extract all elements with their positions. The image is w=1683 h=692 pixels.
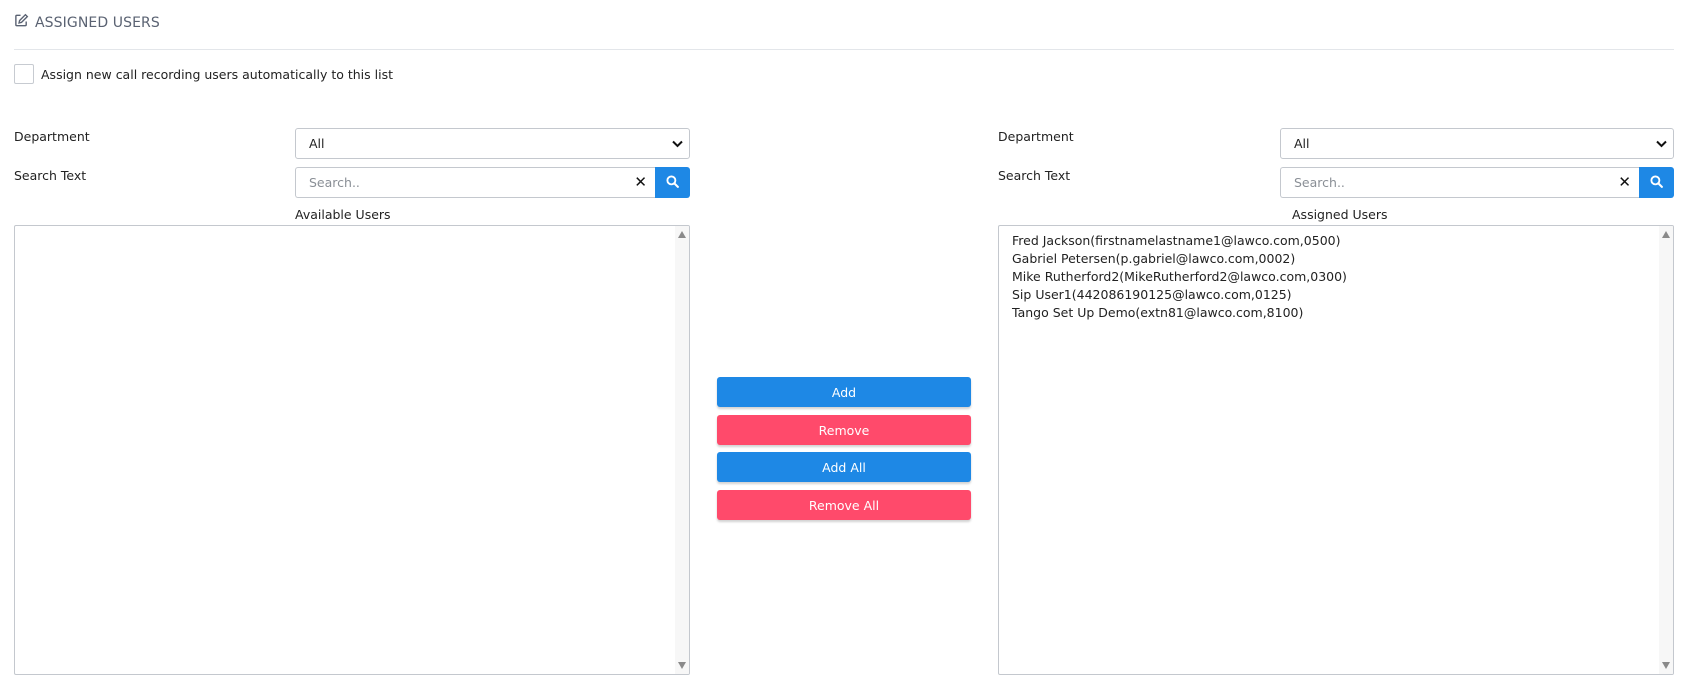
- right-department-label: Department: [998, 129, 1074, 144]
- right-search-label: Search Text: [998, 168, 1071, 183]
- left-department-select[interactable]: All: [295, 128, 690, 159]
- section-header: ASSIGNED USERS: [14, 13, 160, 32]
- assigned-users-items: Fred Jackson(firstnamelastname1@lawco.co…: [999, 226, 1673, 328]
- search-icon: [1650, 174, 1663, 191]
- add-all-button[interactable]: Add All: [717, 452, 971, 482]
- right-search-button[interactable]: [1639, 167, 1674, 198]
- remove-all-button[interactable]: Remove All: [717, 490, 971, 520]
- left-department-label: Department: [14, 129, 90, 144]
- left-department-value: All: [309, 136, 325, 151]
- auto-assign-checkbox[interactable]: [14, 64, 34, 84]
- left-search-button[interactable]: [655, 167, 690, 198]
- assigned-users-list[interactable]: Fred Jackson(firstnamelastname1@lawco.co…: [998, 225, 1674, 675]
- right-search-field: ✕: [1280, 167, 1639, 198]
- available-users-list[interactable]: [14, 225, 690, 675]
- available-users-title: Available Users: [295, 207, 391, 222]
- list-item[interactable]: Gabriel Petersen(p.gabriel@lawco.com,000…: [1012, 250, 1660, 268]
- left-search-group: ✕: [295, 167, 690, 198]
- chevron-down-icon: [1656, 136, 1667, 151]
- left-search-input[interactable]: [307, 174, 596, 191]
- list-item[interactable]: Tango Set Up Demo(extn81@lawco.com,8100): [1012, 304, 1660, 322]
- right-search-input[interactable]: [1292, 174, 1581, 191]
- search-icon: [666, 174, 679, 191]
- right-clear-icon[interactable]: ✕: [1618, 175, 1631, 190]
- auto-assign-label: Assign new call recording users automati…: [41, 66, 393, 82]
- scroll-up-icon[interactable]: [678, 231, 686, 238]
- left-search-field: ✕: [295, 167, 655, 198]
- right-department-select[interactable]: All: [1280, 128, 1674, 159]
- right-search-group: ✕: [1280, 167, 1674, 198]
- list-item[interactable]: Fred Jackson(firstnamelastname1@lawco.co…: [1012, 232, 1660, 250]
- assigned-users-title: Assigned Users: [1292, 207, 1388, 222]
- scroll-up-icon[interactable]: [1662, 231, 1670, 238]
- left-search-label: Search Text: [14, 168, 87, 183]
- left-clear-icon[interactable]: ✕: [634, 175, 647, 190]
- assigned-users-scrollbar[interactable]: [1659, 226, 1673, 674]
- header-divider: [14, 49, 1674, 50]
- scroll-down-icon[interactable]: [678, 662, 686, 669]
- section-title: ASSIGNED USERS: [35, 14, 160, 31]
- right-department-value: All: [1294, 136, 1310, 151]
- chevron-down-icon: [672, 136, 683, 151]
- scroll-down-icon[interactable]: [1662, 662, 1670, 669]
- edit-icon: [14, 13, 29, 32]
- remove-button[interactable]: Remove: [717, 415, 971, 445]
- auto-assign-row: Assign new call recording users automati…: [14, 64, 393, 84]
- add-button[interactable]: Add: [717, 377, 971, 407]
- list-item[interactable]: Mike Rutherford2(MikeRutherford2@lawco.c…: [1012, 268, 1660, 286]
- available-users-items: [15, 226, 689, 238]
- list-item[interactable]: Sip User1(442086190125@lawco.com,0125): [1012, 286, 1660, 304]
- available-users-scrollbar[interactable]: [675, 226, 689, 674]
